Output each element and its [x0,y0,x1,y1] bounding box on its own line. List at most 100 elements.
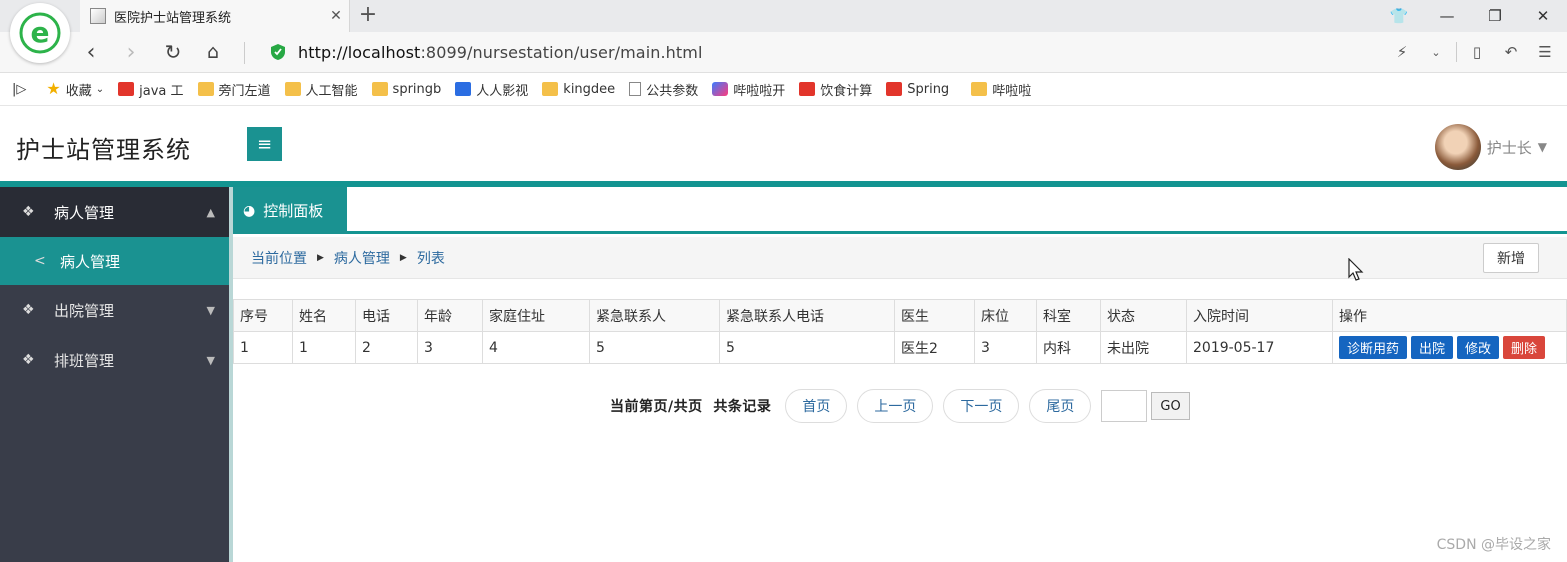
bookmark-item[interactable]: 哔啦啦 [971,80,1031,99]
prev-page-button[interactable]: 上一页 [857,389,934,423]
caret-up-icon: ▲ [206,205,215,219]
phone-icon[interactable]: ▯ [1463,43,1491,61]
sidebar-group-schedule[interactable]: ❖ 排班管理 ▼ [0,335,229,385]
column-header: 紧急联系人电话 [719,299,895,332]
user-name: 护士长 [1486,138,1532,157]
chevron-down-icon[interactable]: ⌄ [1422,46,1450,59]
breadcrumb-item[interactable]: 列表 [417,248,445,268]
tab-dashboard[interactable]: ◕ 控制面板 [233,187,347,234]
bookmark-item[interactable]: 公共参数 [629,80,698,99]
minimize-icon[interactable]: — [1423,0,1471,32]
column-header: 入院时间 [1186,299,1333,332]
first-page-button[interactable]: 首页 [785,389,848,423]
table-cell: 3 [974,331,1037,364]
watermark: CSDN @毕设之家 [1436,537,1551,553]
reload-icon[interactable]: ↻ [158,38,188,66]
secure-shield-icon [271,44,285,60]
undo-icon[interactable]: ↶ [1497,43,1525,61]
bookmark-item[interactable]: kingdee [542,82,615,97]
table-cell: 5 [719,331,895,364]
browser-tab-bar: 医院护士站管理系统 ✕ + 👕 — ❐ ✕ [0,0,1567,32]
breadcrumb-item[interactable]: 当前位置 [251,248,307,268]
edit-button[interactable]: 修改 [1457,336,1500,359]
pagination: 当前第页/共页 共条记录 首页 上一页 下一页 尾页 GO [610,388,1190,424]
last-page-button[interactable]: 尾页 [1029,389,1092,423]
folder-icon [284,82,301,96]
back-icon[interactable]: ‹ [76,38,106,66]
browser-tools: ⚡ ⌄ ▯ ↶ ☰ [1388,38,1559,66]
menu-toggle-button[interactable]: ≡ [247,127,282,161]
table-cell: 未出院 [1100,331,1187,364]
bookmark-item[interactable]: java 工 [118,80,184,99]
next-page-button[interactable]: 下一页 [943,389,1020,423]
bookmark-item[interactable]: 人人影视 [455,80,528,99]
tab-label: 控制面板 [263,202,324,220]
bookmark-item[interactable]: 哔啦啦开 [712,80,785,99]
bookmark-favorites[interactable]: ★ 收藏 ⌄ [46,80,104,99]
breadcrumb-item[interactable]: 病人管理 [334,248,390,268]
sidebar-group-discharge[interactable]: ❖ 出院管理 ▼ [0,285,229,335]
dashboard-icon: ◕ [243,202,256,219]
table-cell: 4 [482,331,590,364]
bookmark-item[interactable]: springb [371,82,441,97]
sidebar-group-patient[interactable]: ❖ 病人管理 ▲ [0,187,229,237]
browser-tab[interactable]: 医院护士站管理系统 ✕ [80,0,350,32]
table-cell: 医生2 [894,331,975,364]
url-path: :8099/nursestation/user/main.html [420,43,703,62]
csdn-icon [118,82,135,96]
page-number-input[interactable] [1101,390,1148,422]
forward-icon[interactable]: › [116,38,146,66]
delete-button[interactable]: 删除 [1503,336,1546,359]
diagnose-medication-button[interactable]: 诊断用药 [1339,336,1408,359]
csdn-icon [886,82,903,96]
table-cell: 2 [355,331,418,364]
caret-down-icon: ▼ [206,353,215,367]
patient-table: 序号 姓名 电话 年龄 家庭住址 紧急联系人 紧急联系人电话 医生 床位 科室 … [233,299,1567,364]
address-bar: ‹ › ↻ ⌂ http://localhost:8099/nursestati… [0,32,1567,73]
new-tab-icon[interactable]: + [356,4,380,26]
bookmark-item[interactable]: Spring [886,82,949,97]
bookmark-item[interactable]: 旁门左道 [197,80,271,99]
skin-icon[interactable]: 👕 [1375,0,1423,32]
browser-logo-icon[interactable]: e [10,3,70,63]
restore-icon[interactable]: ❐ [1471,0,1519,32]
sidebar-item-label: 病人管理 [60,252,121,271]
folder-icon [971,82,988,96]
lightning-icon[interactable]: ⚡ [1388,43,1416,61]
app-title: 护士站管理系统 [16,136,191,164]
add-button[interactable]: 新增 [1483,243,1539,273]
sidebar: ❖ 病人管理 ▲ < 病人管理 ❖ 出院管理 ▼ ❖ 排班管理 ▼ [0,187,229,562]
browser-tab-title: 医院护士站管理系统 [114,10,232,26]
folder-icon [371,82,388,96]
url-input[interactable]: http://localhost:8099/nursestation/user/… [298,43,703,62]
close-tab-icon[interactable]: ✕ [323,8,349,24]
star-icon: ★ [46,79,61,98]
address-separator [244,42,245,64]
user-menu[interactable]: 护士长 ▼ [1434,124,1547,170]
bookmark-item[interactable]: 饮食计算 [799,80,872,99]
bookmarks-bar: |▷ ★ 收藏 ⌄ java 工 旁门左道 人工智能 springb 人人影视 ki… [0,73,1567,106]
hamburger-icon: ≡ [256,133,273,155]
column-header: 序号 [233,299,293,332]
table-cell: 1 [233,331,293,364]
table-cell: 3 [417,331,483,364]
sidebar-item-label: 出院管理 [54,301,115,320]
cubes-icon: ❖ [22,302,35,318]
close-window-icon[interactable]: ✕ [1519,0,1567,32]
folder-icon [542,82,559,96]
site-favicon-icon [90,8,106,24]
table-cell: 2019-05-17 [1186,331,1333,364]
tab-strip: ◕ 控制面板 [233,187,1567,234]
discharge-button[interactable]: 出院 [1411,336,1454,359]
app-icon [712,82,729,96]
caret-right-icon: ▶ [317,252,324,263]
sidebar-toggle-icon[interactable]: |▷ [12,82,26,97]
menu-icon[interactable]: ☰ [1531,43,1559,61]
bookmark-item[interactable]: 人工智能 [284,80,358,99]
sidebar-item-label: 排班管理 [54,351,115,370]
column-header: 家庭住址 [482,299,590,332]
home-icon[interactable]: ⌂ [198,38,228,66]
table-cell: 1 [292,331,356,364]
go-button[interactable]: GO [1151,392,1190,420]
sidebar-item-patient-list[interactable]: < 病人管理 [0,237,229,285]
